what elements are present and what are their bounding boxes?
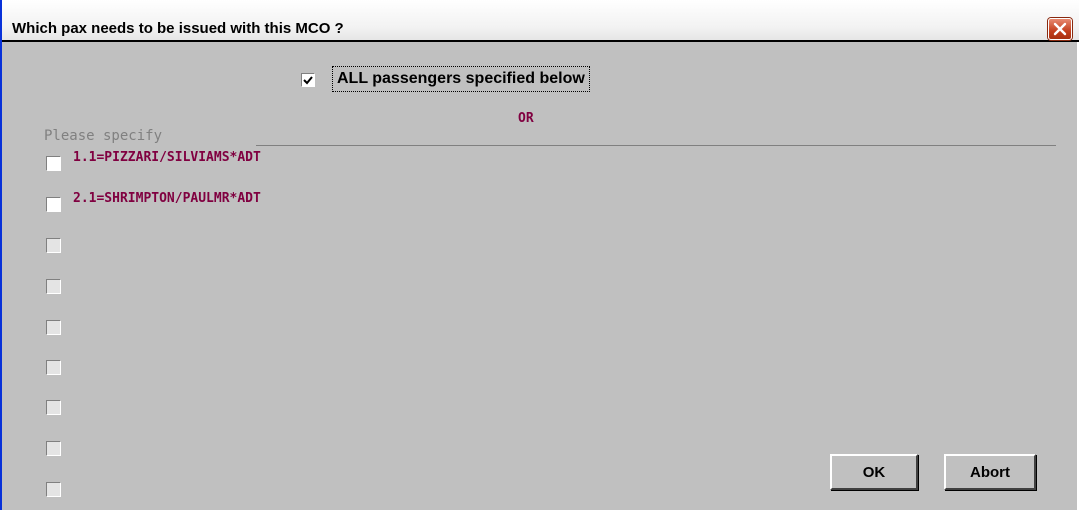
passenger-label-1: 1.1=PIZZARI/SILVIAMS*ADT — [73, 150, 261, 165]
specify-divider — [256, 145, 1056, 146]
empty-passenger-checkbox — [46, 400, 61, 415]
window-title: Which pax needs to be issued with this M… — [12, 20, 344, 37]
abort-button[interactable]: Abort — [944, 454, 1036, 490]
mco-pax-dialog: Which pax needs to be issued with this M… — [0, 0, 1079, 510]
or-label: OR — [518, 111, 534, 126]
empty-passenger-checkbox — [46, 482, 61, 497]
close-button[interactable] — [1048, 18, 1072, 40]
empty-passenger-checkbox — [46, 238, 61, 253]
all-passengers-label[interactable]: ALL passengers specified below — [332, 66, 590, 92]
ok-button[interactable]: OK — [830, 454, 918, 490]
please-specify-label: Please specify — [44, 128, 163, 144]
passenger-checkbox-1[interactable] — [46, 156, 61, 171]
empty-passenger-checkbox — [46, 279, 61, 294]
all-passengers-checkbox[interactable] — [301, 73, 315, 87]
title-bar: Which pax needs to be issued with this M… — [2, 0, 1079, 42]
checkmark-icon — [303, 76, 313, 85]
empty-passenger-checkbox — [46, 320, 61, 335]
close-icon — [1053, 22, 1067, 36]
empty-passenger-checkbox — [46, 360, 61, 375]
passenger-label-2: 2.1=SHRIMPTON/PAULMR*ADT — [73, 191, 261, 206]
empty-passenger-checkbox — [46, 441, 61, 456]
passenger-checkbox-2[interactable] — [46, 197, 61, 212]
